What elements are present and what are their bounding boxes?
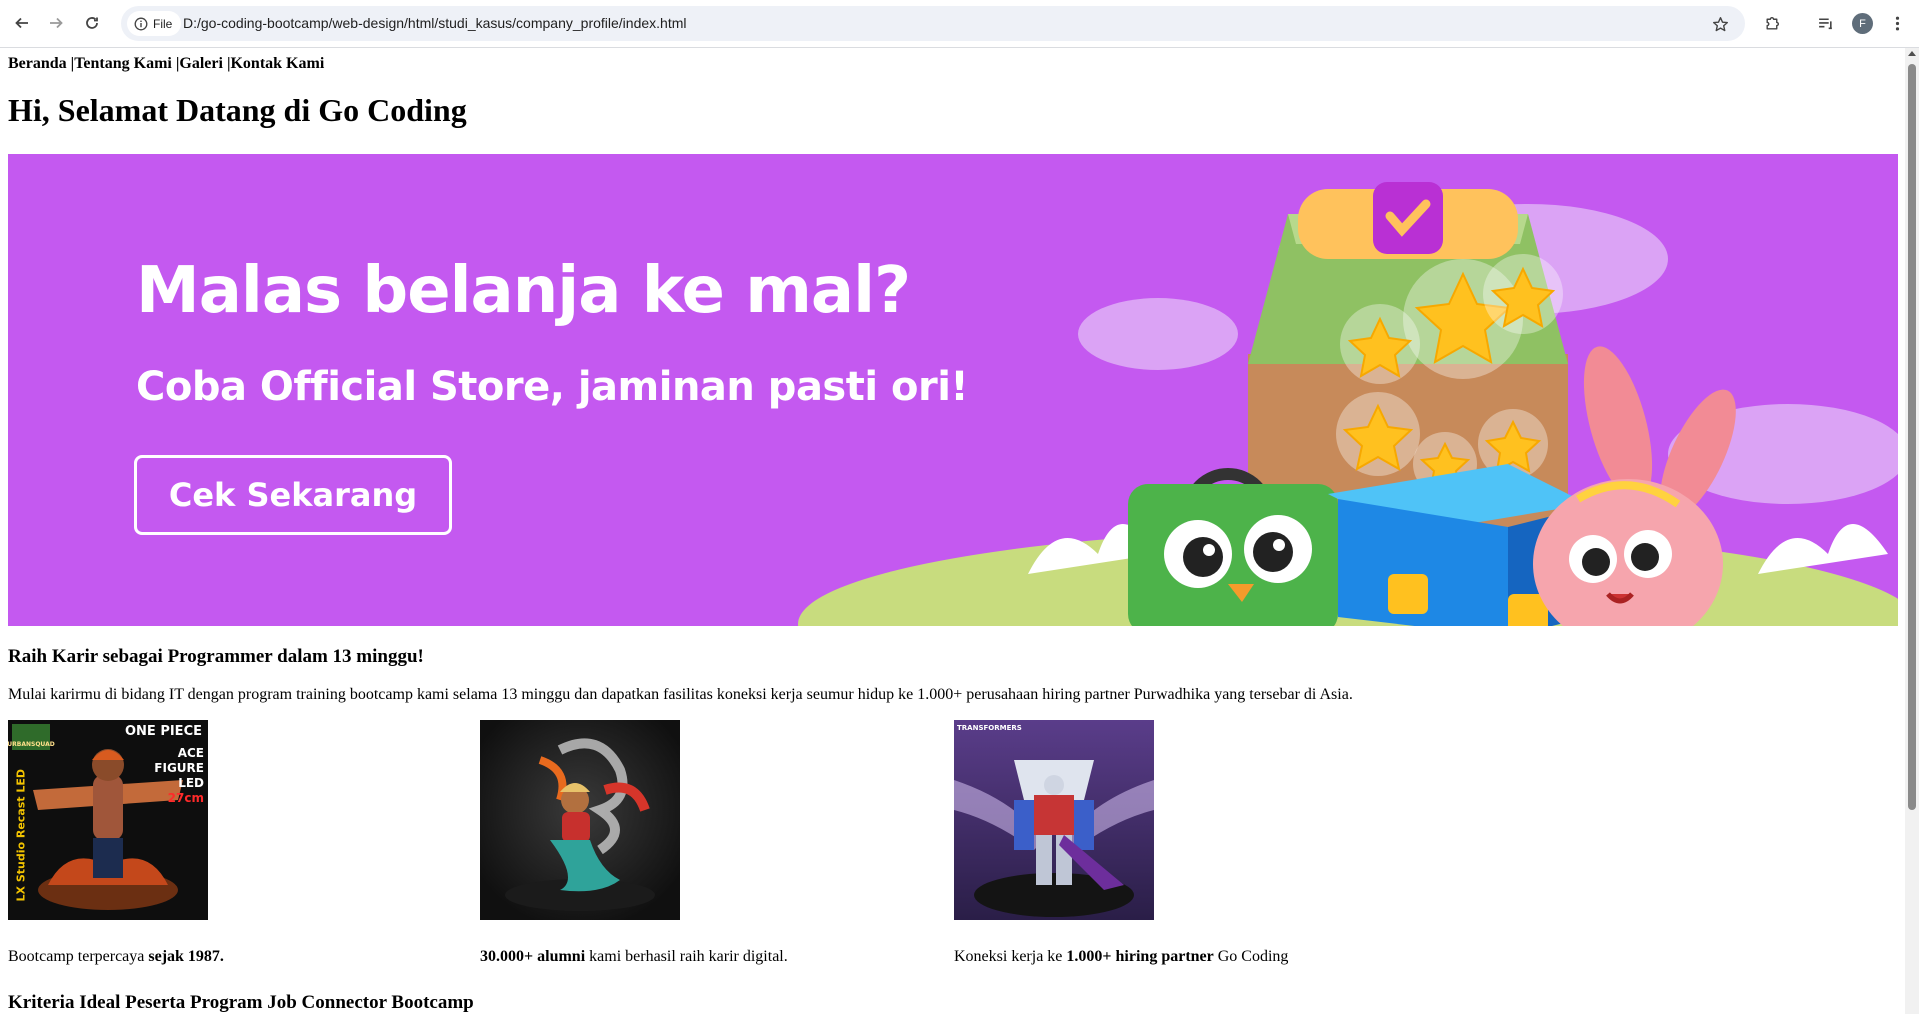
feature-card: TRANSFORMERS Koneksi kerja ke 1.000+ hir… — [954, 720, 1424, 965]
caption-highlight: 30.000+ alumni — [480, 948, 586, 965]
criteria-section-title: Kriteria Ideal Peserta Program Job Conne… — [8, 992, 474, 1013]
browser-toolbar: File D:/go-coding-bootcamp/web-design/ht… — [0, 0, 1919, 48]
reload-button[interactable] — [77, 8, 107, 38]
caption-text: Koneksi kerja ke — [954, 948, 1067, 965]
site-info-label: File — [153, 16, 173, 31]
product-label-line: LED — [178, 776, 204, 790]
caption-highlight: 1.000+ hiring partner — [1066, 948, 1214, 965]
profile-avatar[interactable]: F — [1852, 13, 1873, 34]
puzzle-icon — [1765, 16, 1779, 30]
section-title: Raih Karir sebagai Programmer dalam 13 m… — [8, 646, 424, 667]
product-size: 27cm — [167, 791, 204, 805]
caption-highlight: sejak 1987. — [148, 948, 224, 965]
feature-image-ace-figure: URBANSQUAD ONE PIECE ACE FIGURE LED 27cm… — [8, 720, 208, 920]
section-intro: Mulai karirmu di bidang IT dengan progra… — [8, 686, 1353, 703]
nav-link-kontak-kami[interactable]: Kontak Kami — [230, 55, 324, 72]
feature-caption: 30.000+ alumni kami berhasil raih karir … — [480, 948, 788, 966]
nav-link-tentang-kami[interactable]: Tentang Kami — [74, 55, 172, 72]
extensions-button[interactable] — [1762, 13, 1782, 33]
reading-list-button[interactable] — [1815, 13, 1835, 33]
bookmark-star-button[interactable] — [1710, 14, 1730, 34]
brand-badge: URBANSQUAD — [8, 724, 55, 750]
url-text[interactable]: D:/go-coding-bootcamp/web-design/html/st… — [183, 15, 686, 31]
browser-menu-button[interactable] — [1887, 13, 1907, 33]
product-label: ACE FIGURE LED 27cm — [154, 746, 204, 806]
page-viewport: Beranda |Tentang Kami |Galeri |Kontak Ka… — [0, 48, 1905, 1014]
info-icon — [134, 17, 148, 30]
side-label: LX Studio Recast LED — [14, 768, 28, 902]
playlist-icon — [1818, 17, 1832, 29]
feature-caption: Koneksi kerja ke 1.000+ hiring partner G… — [954, 948, 1288, 966]
product-label-line: ACE — [177, 746, 204, 760]
address-bar[interactable]: File D:/go-coding-bootcamp/web-design/ht… — [121, 6, 1745, 41]
promo-banner[interactable]: Malas belanja ke mal? Coba Official Stor… — [8, 154, 1898, 626]
caption-text: Bootcamp terpercaya — [8, 948, 149, 965]
arrow-left-icon — [15, 17, 28, 29]
arrow-right-icon — [50, 17, 63, 29]
feature-caption: Bootcamp terpercaya sejak 1987. — [8, 948, 224, 966]
feature-image-transformers-figure: TRANSFORMERS — [954, 720, 1154, 920]
brand-label: TRANSFORMERS — [957, 724, 1022, 732]
reload-icon — [86, 17, 98, 29]
caption-text: Go Coding — [1213, 948, 1289, 965]
feature-image-luffy-figure — [480, 720, 680, 920]
scrollbar-thumb[interactable] — [1908, 64, 1916, 810]
nav-link-beranda[interactable]: Beranda — [8, 55, 67, 72]
banner-headline: Malas belanja ke mal? — [136, 254, 911, 328]
product-label-line: FIGURE — [154, 761, 204, 775]
banner-subheadline: Coba Official Store, jaminan pasti ori! — [136, 364, 969, 410]
forward-button[interactable] — [41, 8, 71, 38]
features-row: URBANSQUAD ONE PIECE ACE FIGURE LED 27cm… — [8, 720, 1898, 980]
star-outline-icon — [1712, 16, 1728, 31]
feature-card: URBANSQUAD ONE PIECE ACE FIGURE LED 27cm… — [8, 720, 478, 965]
back-button[interactable] — [7, 8, 37, 38]
top-navigation: Beranda |Tentang Kami |Galeri |Kontak Ka… — [8, 55, 324, 73]
more-vert-icon — [1895, 16, 1899, 30]
nav-link-galeri[interactable]: Galeri — [179, 55, 223, 72]
page-title: Hi, Selamat Datang di Go Coding — [8, 92, 467, 128]
banner-cta-button[interactable]: Cek Sekarang — [134, 455, 452, 535]
scroll-up-arrow[interactable] — [1908, 51, 1916, 56]
site-info-chip[interactable]: File — [127, 11, 182, 36]
series-logo: ONE PIECE — [124, 724, 202, 739]
feature-card: 30.000+ alumni kami berhasil raih karir … — [480, 720, 950, 965]
caption-text: kami berhasil raih karir digital. — [585, 948, 788, 965]
